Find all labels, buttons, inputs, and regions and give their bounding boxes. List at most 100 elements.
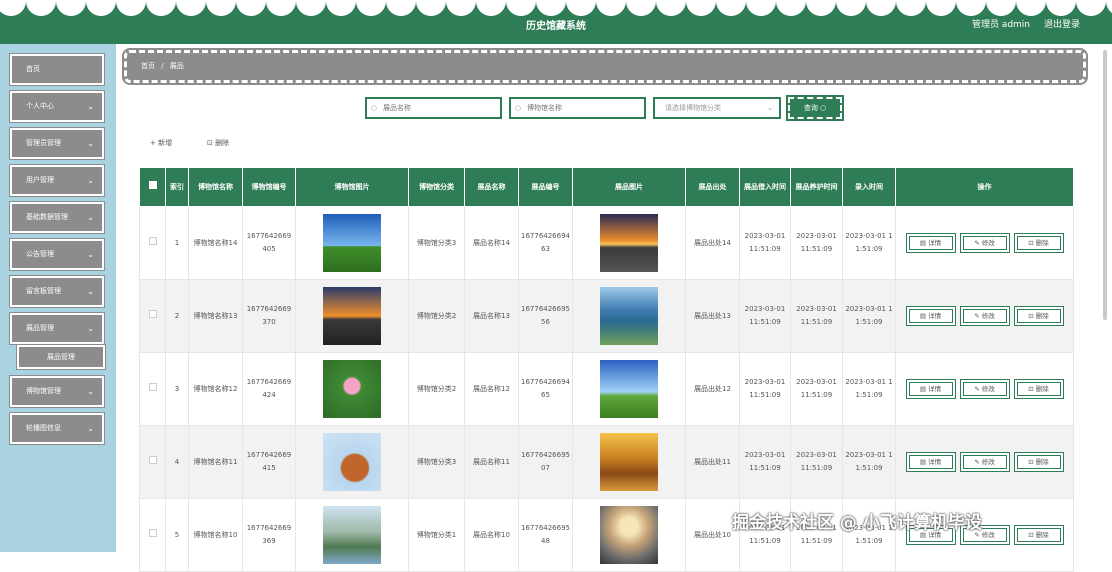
- sidebar-item-exhibits[interactable]: 展品管理 ⌄: [10, 313, 104, 344]
- sidebar-subitem-exhibits[interactable]: 展品管理: [17, 345, 105, 369]
- delete-button[interactable]: ⊡ 删除: [1013, 233, 1064, 253]
- sidebar-item-users[interactable]: 用户管理 ⌄: [10, 165, 104, 196]
- scallop-shape: [236, 0, 266, 16]
- chevron-down-icon: ⌄: [87, 176, 94, 185]
- logout-link[interactable]: 退出登录: [1044, 17, 1080, 30]
- cell-care-time: 2023-03-01 11:51:09: [790, 206, 843, 280]
- cell-index: 2: [165, 279, 189, 353]
- search-icon: ○: [371, 104, 378, 112]
- row-checkbox[interactable]: [148, 528, 157, 537]
- scallop-shape: [326, 0, 356, 16]
- chevron-down-icon: ⌄: [87, 102, 94, 111]
- select-all-checkbox[interactable]: [148, 180, 157, 189]
- trash-icon: ⊡: [207, 139, 213, 147]
- row-actions: ▤ 详情 ✎ 修改 ⊡ 删除: [898, 306, 1071, 326]
- cell-index: 3: [165, 352, 189, 426]
- row-checkbox[interactable]: [148, 236, 157, 245]
- cell-exhibit-origin: 展品出处14: [685, 206, 740, 280]
- exhibit-name-input[interactable]: [383, 99, 500, 117]
- watermark: 掘金技术社区 @ 小飞计算机毕设: [732, 513, 982, 533]
- scallop-shape: [776, 0, 806, 16]
- sidebar-item-profile[interactable]: 个人中心 ⌄: [10, 91, 104, 122]
- scallop-shape: [626, 0, 656, 16]
- sidebar-item-carousel[interactable]: 轮播图信息 ⌄: [10, 413, 104, 444]
- scallop-shape: [536, 0, 566, 16]
- delete-button[interactable]: ⊡ 删除: [1013, 452, 1064, 472]
- batch-delete-button[interactable]: ⊡ 删除: [207, 138, 229, 148]
- museum-image: [323, 287, 381, 345]
- trash-icon: ⊡: [1028, 531, 1034, 539]
- exhibit-image: [600, 214, 658, 272]
- cell-exhibit-name: 展品名称13: [464, 279, 519, 353]
- cell-entry-time: 2023-03-01 11:51:09: [842, 352, 896, 426]
- edit-button[interactable]: ✎ 修改: [959, 306, 1010, 326]
- cell-museum-name: 博物馆名称12: [188, 352, 243, 426]
- exhibit-name-search[interactable]: ○: [365, 97, 502, 119]
- detail-button[interactable]: ▤ 详情: [905, 452, 956, 472]
- scallop-shape: [476, 0, 506, 16]
- cell-borrow-time: 2023-03-01 11:51:09: [739, 279, 791, 353]
- delete-button[interactable]: ⊡ 删除: [1013, 306, 1064, 326]
- breadcrumb-home[interactable]: 首页: [141, 62, 155, 70]
- col-museum-name: 博物馆名称: [188, 167, 243, 207]
- cell-borrow-time: 2023-03-01 11:51:09: [739, 206, 791, 280]
- app-title: 历史馆藏系统: [526, 21, 586, 32]
- detail-button[interactable]: ▤ 详情: [905, 306, 956, 326]
- search-button[interactable]: 查询 ○: [786, 95, 844, 121]
- sidebar-item-museums[interactable]: 博物馆管理 ⌄: [10, 376, 104, 407]
- cell-exhibit-origin: 展品出处13: [685, 279, 740, 353]
- scallop-shape: [746, 0, 776, 16]
- scrollbar[interactable]: [1103, 50, 1107, 320]
- document-icon: ▤: [919, 312, 927, 320]
- cell-exhibit-name: 展品名称12: [464, 352, 519, 426]
- cell-exhibit-origin: 展品出处11: [685, 425, 740, 499]
- scallop-shape: [806, 0, 836, 16]
- scallop-shape: [656, 0, 686, 16]
- edit-button[interactable]: ✎ 修改: [959, 379, 1010, 399]
- sidebar-item-messages[interactable]: 留言板管理 ⌄: [10, 276, 104, 307]
- cell-exhibit-name: 展品名称10: [464, 498, 519, 572]
- sidebar-item-admin[interactable]: 管理员管理 ⌄: [10, 128, 104, 159]
- edit-button[interactable]: ✎ 修改: [959, 452, 1010, 472]
- add-button[interactable]: + 新增: [150, 138, 172, 148]
- sidebar-item-basedata[interactable]: 基础数据管理 ⌄: [10, 202, 104, 233]
- edit-button[interactable]: ✎ 修改: [959, 233, 1010, 253]
- table-row: 1 博物馆名称14 1677642669405 博物馆分类3 展品名称14 1677642…: [139, 206, 1074, 280]
- col-care-time: 展品养护时间: [790, 167, 843, 207]
- cell-entry-time: 2023-03-01 11:51:09: [842, 279, 896, 353]
- breadcrumb: 首页 / 展品: [122, 48, 1088, 85]
- scallop-shape: [1046, 0, 1076, 16]
- detail-button[interactable]: ▤ 详情: [905, 233, 956, 253]
- exhibit-image: [600, 360, 658, 418]
- scallop-shape: [596, 0, 626, 16]
- scallop-shape: [1106, 0, 1112, 16]
- museum-name-search[interactable]: ○: [509, 97, 646, 119]
- row-checkbox[interactable]: [148, 309, 157, 318]
- row-checkbox[interactable]: [148, 455, 157, 464]
- scallop-shape: [956, 0, 986, 16]
- museum-category-select[interactable]: 请选择博物馆分类 ⌄: [653, 97, 781, 119]
- col-museum-no: 博物馆编号: [242, 167, 296, 207]
- cell-museum-category: 博物馆分类3: [408, 206, 465, 280]
- museum-name-input[interactable]: [527, 99, 644, 117]
- col-museum-image: 博物馆图片: [295, 167, 409, 207]
- row-checkbox[interactable]: [148, 382, 157, 391]
- exhibit-image: [600, 506, 658, 564]
- delete-button[interactable]: ⊡ 删除: [1013, 379, 1064, 399]
- sidebar-item-notices[interactable]: 公告管理 ⌄: [10, 239, 104, 270]
- scallop-shape: [266, 0, 296, 16]
- pencil-icon: ✎: [974, 312, 980, 320]
- scallop-shape: [176, 0, 206, 16]
- breadcrumb-separator: /: [161, 62, 164, 70]
- delete-button[interactable]: ⊡ 删除: [1013, 525, 1064, 545]
- cell-museum-category: 博物馆分类1: [408, 498, 465, 572]
- col-index: 索引: [165, 167, 189, 207]
- scallop-shape: [506, 0, 536, 16]
- col-museum-category: 博物馆分类: [408, 167, 465, 207]
- chevron-down-icon: ⌄: [767, 104, 773, 112]
- museum-image: [323, 214, 381, 272]
- detail-button[interactable]: ▤ 详情: [905, 379, 956, 399]
- sidebar-item-home[interactable]: 首页: [10, 54, 104, 85]
- scallop-shape: [356, 0, 386, 16]
- pencil-icon: ✎: [974, 239, 980, 247]
